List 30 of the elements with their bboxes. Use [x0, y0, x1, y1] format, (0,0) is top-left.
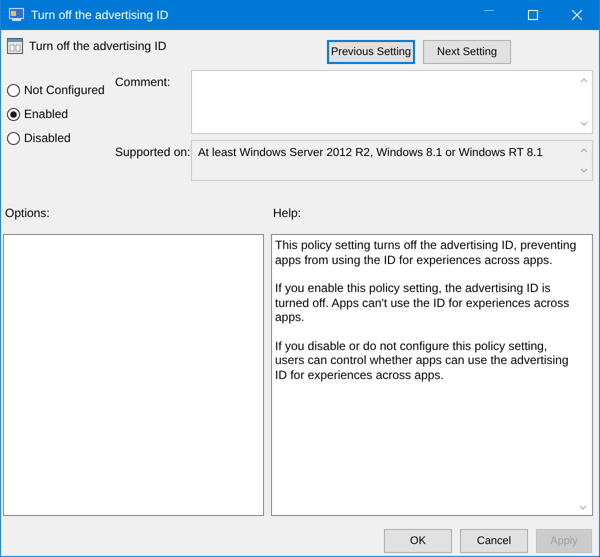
radio-label: Enabled: [24, 107, 68, 121]
comment-field[interactable]: [191, 70, 593, 134]
close-icon[interactable]: [572, 10, 582, 20]
dialog-button[interactable]: OK: [384, 529, 452, 553]
policy-icon: [7, 38, 23, 54]
supported-on-label: Supported on:: [115, 144, 191, 161]
scroll-down-icon[interactable]: [580, 168, 588, 173]
app-icon: [9, 8, 25, 22]
setting-name: Turn off the advertising ID: [29, 38, 166, 53]
nav-button[interactable]: Next Setting: [423, 40, 511, 64]
scroll-down-icon[interactable]: [580, 121, 588, 126]
comment-label: Comment:: [115, 74, 172, 91]
options-label: Options:: [4, 206, 51, 222]
radio-label: Not Configured: [24, 83, 105, 97]
scroll-up-icon[interactable]: [580, 78, 588, 83]
scroll-down-icon[interactable]: [579, 505, 587, 510]
help-paragraph: This policy setting turns off the advertising ID, preventing apps from using the ID for experiences across apps.: [275, 238, 578, 267]
help-label: Help:: [273, 206, 302, 222]
radio-button[interactable]: [7, 84, 20, 96]
supported-on-text: At least Windows Server 2012 R2, Windows 8.1 or Windows RT 8.1: [198, 147, 543, 159]
nav-button[interactable]: Previous Setting: [327, 40, 415, 64]
window-title: Turn off the advertising ID: [31, 8, 170, 22]
help-paragraph: If you disable or do not configure this policy setting, users can control whether apps can use the advertising ID for experiences across apps.: [275, 338, 570, 382]
dialog-button[interactable]: Cancel: [460, 529, 528, 553]
radio-button[interactable]: [7, 108, 20, 120]
scroll-up-icon[interactable]: [580, 148, 588, 153]
radio-button[interactable]: [7, 132, 20, 144]
maximize-icon[interactable]: [528, 10, 538, 20]
radio-label: Disabled: [24, 131, 71, 145]
help-paragraph: If you enable this policy setting, the advertising ID is turned off. Apps can't use the ID for experiences across apps.: [275, 281, 570, 324]
